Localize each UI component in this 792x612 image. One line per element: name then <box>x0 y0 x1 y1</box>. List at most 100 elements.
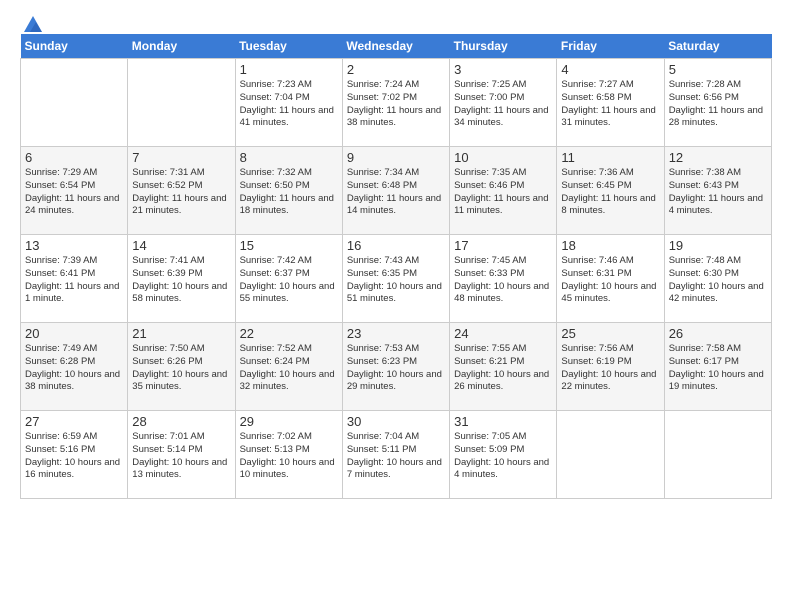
day-number: 13 <box>25 238 123 253</box>
calendar-cell: 20Sunrise: 7:49 AM Sunset: 6:28 PM Dayli… <box>21 323 128 411</box>
calendar-cell <box>21 59 128 147</box>
day-info: Sunrise: 7:27 AM Sunset: 6:58 PM Dayligh… <box>561 79 659 130</box>
day-info: Sunrise: 7:24 AM Sunset: 7:02 PM Dayligh… <box>347 79 445 130</box>
logo-icon <box>22 14 44 36</box>
day-number: 16 <box>347 238 445 253</box>
day-info: Sunrise: 7:02 AM Sunset: 5:13 PM Dayligh… <box>240 431 338 482</box>
calendar-cell: 12Sunrise: 7:38 AM Sunset: 6:43 PM Dayli… <box>664 147 771 235</box>
day-info: Sunrise: 7:50 AM Sunset: 6:26 PM Dayligh… <box>132 343 230 394</box>
day-info: Sunrise: 7:38 AM Sunset: 6:43 PM Dayligh… <box>669 167 767 218</box>
day-info: Sunrise: 7:55 AM Sunset: 6:21 PM Dayligh… <box>454 343 552 394</box>
day-info: Sunrise: 7:52 AM Sunset: 6:24 PM Dayligh… <box>240 343 338 394</box>
day-number: 31 <box>454 414 552 429</box>
day-number: 18 <box>561 238 659 253</box>
calendar-cell <box>664 411 771 499</box>
day-info: Sunrise: 7:56 AM Sunset: 6:19 PM Dayligh… <box>561 343 659 394</box>
calendar-cell: 23 Sunrise: 7:53 AM Sunset: 6:23 PM Dayli… <box>342 323 449 411</box>
calendar-cell: 29 Sunrise: 7:02 AM Sunset: 5:13 PM Dayli… <box>235 411 342 499</box>
day-number: 8 <box>240 150 338 165</box>
week-row: 20Sunrise: 7:49 AM Sunset: 6:28 PM Dayli… <box>21 323 772 411</box>
day-number: 29 <box>240 414 338 429</box>
day-info: Sunrise: 7:31 AM Sunset: 6:52 PM Dayligh… <box>132 167 230 218</box>
day-number: 11 <box>561 150 659 165</box>
calendar-cell: 14 Sunrise: 7:41 AM Sunset: 6:39 PM Dayli… <box>128 235 235 323</box>
day-header-thursday: Thursday <box>450 34 557 59</box>
day-info: Sunrise: 7:32 AM Sunset: 6:50 PM Dayligh… <box>240 167 338 218</box>
day-info: Sunrise: 7:43 AM Sunset: 6:35 PM Dayligh… <box>347 255 445 306</box>
calendar-cell: 21 Sunrise: 7:50 AM Sunset: 6:26 PM Dayli… <box>128 323 235 411</box>
day-number: 23 <box>347 326 445 341</box>
calendar-cell: 30 Sunrise: 7:04 AM Sunset: 5:11 PM Dayli… <box>342 411 449 499</box>
week-row: 27 Sunrise: 6:59 AM Sunset: 5:16 PM Dayli… <box>21 411 772 499</box>
day-number: 22 <box>240 326 338 341</box>
week-row: 13 Sunrise: 7:39 AM Sunset: 6:41 PM Dayli… <box>21 235 772 323</box>
day-number: 9 <box>347 150 445 165</box>
calendar-cell: 15 Sunrise: 7:42 AM Sunset: 6:37 PM Dayli… <box>235 235 342 323</box>
day-number: 10 <box>454 150 552 165</box>
calendar-cell: 3Sunrise: 7:25 AM Sunset: 7:00 PM Daylig… <box>450 59 557 147</box>
calendar-cell <box>128 59 235 147</box>
day-number: 27 <box>25 414 123 429</box>
day-header-tuesday: Tuesday <box>235 34 342 59</box>
day-header-sunday: Sunday <box>21 34 128 59</box>
day-number: 14 <box>132 238 230 253</box>
day-info: Sunrise: 7:36 AM Sunset: 6:45 PM Dayligh… <box>561 167 659 218</box>
day-number: 7 <box>132 150 230 165</box>
calendar-cell: 11 Sunrise: 7:36 AM Sunset: 6:45 PM Dayli… <box>557 147 664 235</box>
calendar-cell <box>557 411 664 499</box>
day-number: 30 <box>347 414 445 429</box>
calendar-cell: 19Sunrise: 7:48 AM Sunset: 6:30 PM Dayli… <box>664 235 771 323</box>
day-info: Sunrise: 7:01 AM Sunset: 5:14 PM Dayligh… <box>132 431 230 482</box>
day-info: Sunrise: 7:05 AM Sunset: 5:09 PM Dayligh… <box>454 431 552 482</box>
day-info: Sunrise: 7:48 AM Sunset: 6:30 PM Dayligh… <box>669 255 767 306</box>
calendar-cell: 2 Sunrise: 7:24 AM Sunset: 7:02 PM Daylig… <box>342 59 449 147</box>
day-info: Sunrise: 7:46 AM Sunset: 6:31 PM Dayligh… <box>561 255 659 306</box>
day-info: Sunrise: 7:25 AM Sunset: 7:00 PM Dayligh… <box>454 79 552 130</box>
calendar-cell: 5 Sunrise: 7:28 AM Sunset: 6:56 PM Daylig… <box>664 59 771 147</box>
page: SundayMondayTuesdayWednesdayThursdayFrid… <box>0 0 792 515</box>
calendar-cell: 25Sunrise: 7:56 AM Sunset: 6:19 PM Dayli… <box>557 323 664 411</box>
calendar-cell: 16 Sunrise: 7:43 AM Sunset: 6:35 PM Dayli… <box>342 235 449 323</box>
day-number: 21 <box>132 326 230 341</box>
day-number: 1 <box>240 62 338 77</box>
header <box>20 16 772 30</box>
day-info: Sunrise: 7:29 AM Sunset: 6:54 PM Dayligh… <box>25 167 123 218</box>
calendar-cell: 9 Sunrise: 7:34 AM Sunset: 6:48 PM Daylig… <box>342 147 449 235</box>
day-info: Sunrise: 7:28 AM Sunset: 6:56 PM Dayligh… <box>669 79 767 130</box>
day-info: Sunrise: 7:53 AM Sunset: 6:23 PM Dayligh… <box>347 343 445 394</box>
day-header-wednesday: Wednesday <box>342 34 449 59</box>
day-number: 5 <box>669 62 767 77</box>
day-info: Sunrise: 7:41 AM Sunset: 6:39 PM Dayligh… <box>132 255 230 306</box>
logo <box>20 16 44 30</box>
day-header-monday: Monday <box>128 34 235 59</box>
day-number: 2 <box>347 62 445 77</box>
day-number: 15 <box>240 238 338 253</box>
day-header-saturday: Saturday <box>664 34 771 59</box>
day-info: Sunrise: 7:23 AM Sunset: 7:04 PM Dayligh… <box>240 79 338 130</box>
day-number: 24 <box>454 326 552 341</box>
day-info: Sunrise: 7:04 AM Sunset: 5:11 PM Dayligh… <box>347 431 445 482</box>
calendar-cell: 18 Sunrise: 7:46 AM Sunset: 6:31 PM Dayli… <box>557 235 664 323</box>
calendar-cell: 6 Sunrise: 7:29 AM Sunset: 6:54 PM Daylig… <box>21 147 128 235</box>
day-info: Sunrise: 7:35 AM Sunset: 6:46 PM Dayligh… <box>454 167 552 218</box>
calendar-cell: 4 Sunrise: 7:27 AM Sunset: 6:58 PM Daylig… <box>557 59 664 147</box>
header-row: SundayMondayTuesdayWednesdayThursdayFrid… <box>21 34 772 59</box>
day-header-friday: Friday <box>557 34 664 59</box>
day-info: Sunrise: 7:42 AM Sunset: 6:37 PM Dayligh… <box>240 255 338 306</box>
day-number: 26 <box>669 326 767 341</box>
day-info: Sunrise: 7:49 AM Sunset: 6:28 PM Dayligh… <box>25 343 123 394</box>
calendar-cell: 26 Sunrise: 7:58 AM Sunset: 6:17 PM Dayli… <box>664 323 771 411</box>
day-info: Sunrise: 7:58 AM Sunset: 6:17 PM Dayligh… <box>669 343 767 394</box>
calendar-cell: 13 Sunrise: 7:39 AM Sunset: 6:41 PM Dayli… <box>21 235 128 323</box>
calendar-cell: 31 Sunrise: 7:05 AM Sunset: 5:09 PM Dayli… <box>450 411 557 499</box>
day-number: 4 <box>561 62 659 77</box>
calendar-cell: 27 Sunrise: 6:59 AM Sunset: 5:16 PM Dayli… <box>21 411 128 499</box>
day-info: Sunrise: 7:34 AM Sunset: 6:48 PM Dayligh… <box>347 167 445 218</box>
day-info: Sunrise: 6:59 AM Sunset: 5:16 PM Dayligh… <box>25 431 123 482</box>
day-number: 17 <box>454 238 552 253</box>
calendar-cell: 22 Sunrise: 7:52 AM Sunset: 6:24 PM Dayli… <box>235 323 342 411</box>
day-number: 6 <box>25 150 123 165</box>
day-info: Sunrise: 7:39 AM Sunset: 6:41 PM Dayligh… <box>25 255 123 306</box>
week-row: 1 Sunrise: 7:23 AM Sunset: 7:04 PM Daylig… <box>21 59 772 147</box>
calendar-cell: 8 Sunrise: 7:32 AM Sunset: 6:50 PM Daylig… <box>235 147 342 235</box>
